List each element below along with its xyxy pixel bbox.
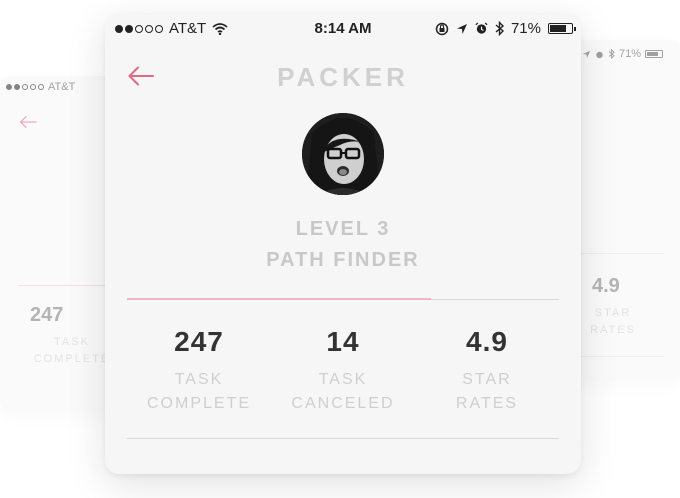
battery-icon <box>645 50 664 58</box>
divider <box>570 253 664 254</box>
background-card-left: AT&T 247 TASK COMPLETE <box>0 76 112 410</box>
rotation-lock-icon <box>435 22 449 35</box>
stat-value: 14 <box>326 326 360 357</box>
stat-label: STAR RATES <box>455 371 519 412</box>
status-bar: AT&T 8:14 AM 71% <box>105 14 581 44</box>
stat-label: STAR RATES <box>590 307 636 336</box>
status-bar-right: 71% <box>582 48 664 60</box>
divider <box>570 356 664 357</box>
progress-accent-line <box>127 298 431 300</box>
stat-star-rates: 4.9 STAR RATES <box>415 326 559 416</box>
status-bar-left: AT&T <box>6 81 75 93</box>
stat-value: 4.9 <box>466 326 508 357</box>
stat-label: TASK COMPLETE <box>33 336 111 365</box>
stat-label: TASK COMPLETE <box>146 371 251 412</box>
alarm-icon <box>596 51 603 58</box>
page-title: PACKER <box>277 62 409 92</box>
stat-value: 4.9 <box>592 275 620 297</box>
location-arrow-icon <box>582 50 591 58</box>
bluetooth-icon <box>608 49 615 59</box>
stat-value: 247 <box>174 326 224 357</box>
bluetooth-icon <box>495 21 504 36</box>
level-label: LEVEL 3 <box>295 218 391 240</box>
profile-card: AT&T 8:14 AM 71% PACKER LEVEL 3 PATH FIN… <box>105 14 581 474</box>
signal-dots-icon <box>6 84 44 90</box>
carrier-label: AT&T <box>48 81 76 93</box>
stat-task-complete: 247 TASK COMPLETE <box>127 326 271 416</box>
rank-title: PATH FINDER <box>266 249 420 271</box>
back-arrow-icon <box>20 116 37 128</box>
divider-bottom <box>127 438 559 439</box>
battery-icon <box>548 23 576 34</box>
battery-label: 71% <box>619 48 642 60</box>
location-arrow-icon <box>456 23 467 34</box>
stat-label: TASK CANCELED <box>291 371 395 412</box>
divider <box>18 285 112 286</box>
avatar <box>302 113 384 195</box>
status-icons: 71% <box>435 20 576 37</box>
stat-task-canceled: 14 TASK CANCELED <box>271 326 415 416</box>
alarm-icon <box>475 22 488 34</box>
stat-value: 247 <box>30 304 64 326</box>
battery-label: 71% <box>510 20 541 37</box>
stats-row: 247 TASK COMPLETE 14 TASK CANCELED 4.9 S… <box>127 326 559 416</box>
background-card-right: 71% 4.9 STAR RATES <box>570 40 680 380</box>
